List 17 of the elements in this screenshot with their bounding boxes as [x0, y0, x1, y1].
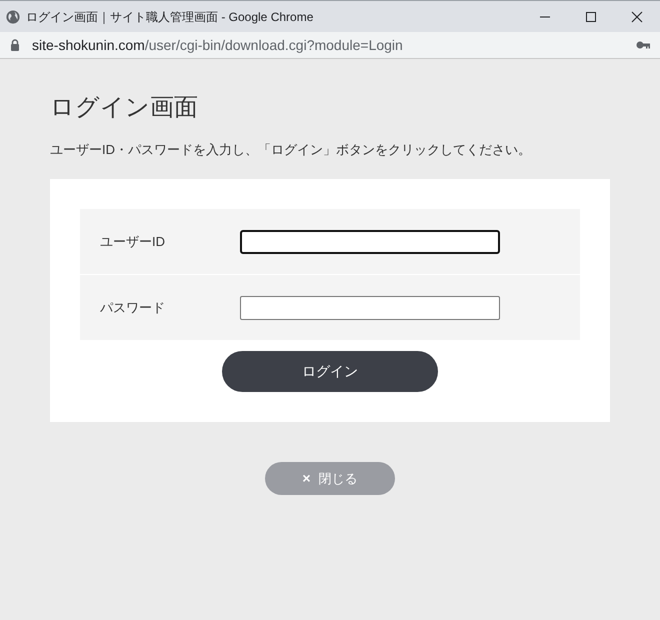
page-heading: ログイン画面 [50, 93, 199, 123]
instruction-text: ユーザーID・パスワードを入力し、「ログイン」ボタンをクリックしてください。 [50, 141, 532, 159]
input-field[interactable] [240, 230, 500, 254]
url-path: /user/cgi-bin/download.cgi?module=Login [144, 36, 403, 52]
url-host: site-shokunin.com [32, 36, 145, 52]
field-label: パスワード [100, 298, 166, 317]
login-button[interactable]: ログイン [222, 351, 438, 392]
field-label: ユーザーID [100, 232, 166, 251]
lock-icon [10, 39, 20, 51]
address-bar[interactable]: site-shokunin.com/user/cgi-bin/download.cgi?module=Login [0, 32, 660, 59]
input-field[interactable] [240, 296, 500, 320]
close-icon [631, 10, 643, 22]
key-icon[interactable] [636, 41, 650, 49]
window-title: ログイン画面｜サイト職人管理画面 - Google Chrome [26, 8, 314, 26]
globe-icon [6, 10, 20, 24]
maximize-icon [585, 10, 597, 22]
close-icon: × [302, 468, 311, 489]
